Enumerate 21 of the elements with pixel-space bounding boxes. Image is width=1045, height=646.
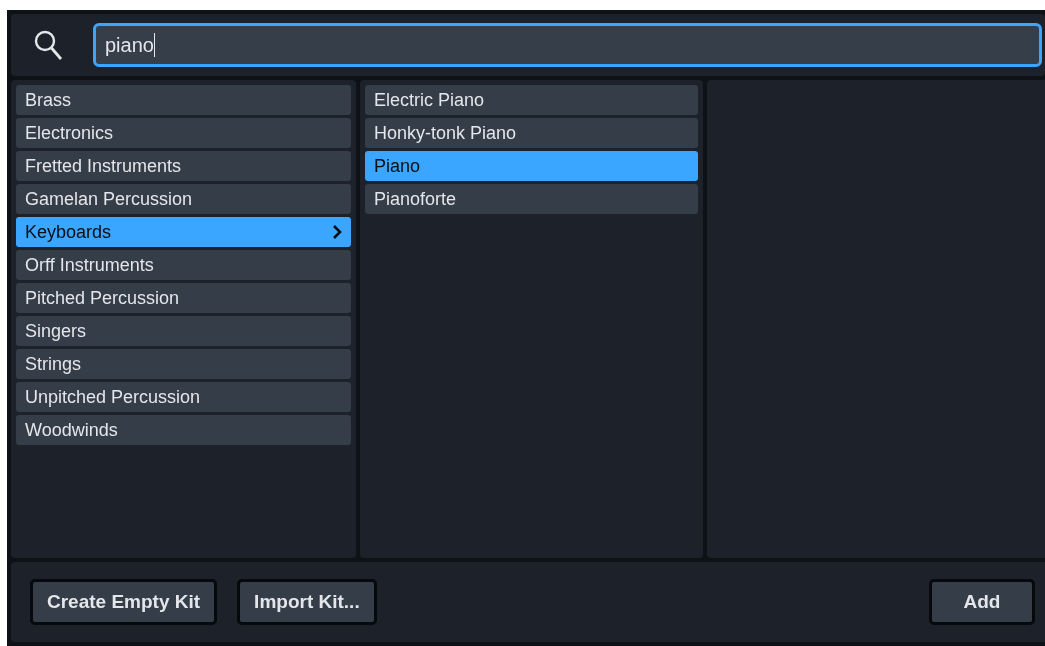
search-icon <box>33 29 63 61</box>
action-button[interactable]: Import Kit... <box>237 579 377 625</box>
list-item[interactable]: Woodwinds <box>16 415 351 445</box>
list-item[interactable]: Electric Piano <box>365 85 698 115</box>
chevron-right-icon <box>332 224 342 240</box>
search-field[interactable]: piano <box>93 23 1042 67</box>
list-item[interactable]: Unpitched Percussion <box>16 382 351 412</box>
action-button[interactable]: Create Empty Kit <box>30 579 218 625</box>
list-item[interactable]: Piano <box>365 151 698 181</box>
list-item[interactable]: Orff Instruments <box>16 250 351 280</box>
list-item[interactable]: Honky-tonk Piano <box>365 118 698 148</box>
list-item[interactable]: Gamelan Percussion <box>16 184 351 214</box>
list-item[interactable]: Brass <box>16 85 351 115</box>
list-item[interactable]: Electronics <box>16 118 351 148</box>
list-item[interactable]: Pitched Percussion <box>16 283 351 313</box>
list-item[interactable]: Fretted Instruments <box>16 151 351 181</box>
add-button[interactable]: Add <box>929 579 1035 625</box>
list-item[interactable]: Singers <box>16 316 351 346</box>
list-item[interactable]: Strings <box>16 349 351 379</box>
list-item[interactable]: Keyboards <box>16 217 351 247</box>
list-item[interactable]: Pianoforte <box>365 184 698 214</box>
